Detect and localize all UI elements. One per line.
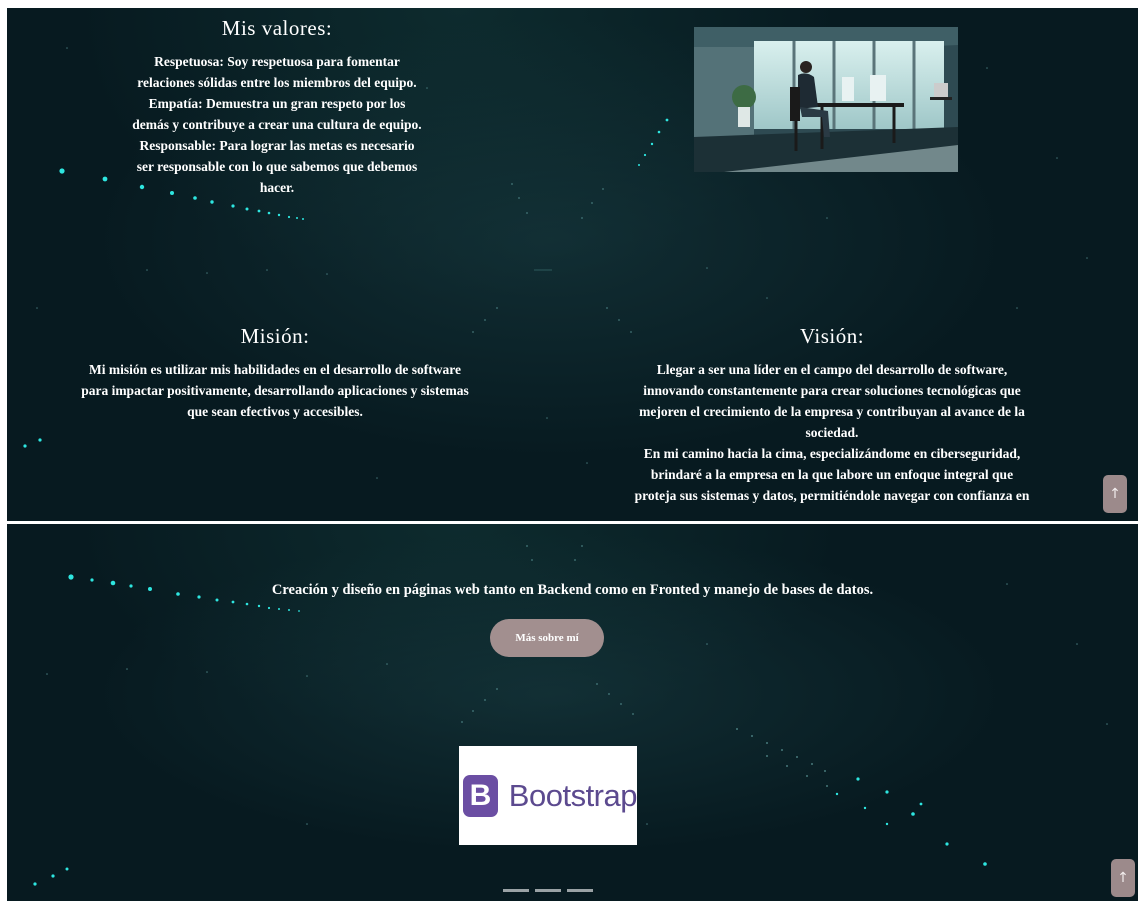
vision-title: Visión: [799,324,865,348]
scroll-to-top-button[interactable]: ↑ [1111,859,1135,897]
mission-block: Misión: Mi misión es utilizar mis habili… [57,324,493,422]
about-carousel-section: Creación y diseño en páginas web tanto e… [7,524,1138,901]
carousel-indicators [503,889,593,892]
carousel-indicator-1[interactable] [503,889,529,892]
vision-block: Visión: Llegar a ser una líder en el cam… [607,324,1057,506]
office-photo [694,27,958,172]
mission-text: Mi misión es utilizar mis habilidades en… [81,362,469,419]
about-tagline: Creación y diseño en páginas web tanto e… [271,582,874,598]
arrow-up-icon: ↑ [1109,486,1121,502]
office-illustration [694,27,958,172]
bootstrap-logo-icon: B [463,774,498,817]
scroll-to-top-button[interactable]: ↑ [1103,475,1127,513]
values-mission-vision-section: Mis valores: Respetuosa: Soy respetuosa … [7,8,1138,521]
arrow-up-icon: ↑ [1117,870,1129,886]
carousel-indicator-2[interactable] [535,889,561,892]
values-text: Respetuosa: Soy respetuosa para fomentar… [132,54,422,195]
mission-title: Misión: [240,324,310,348]
more-about-me-button[interactable]: Más sobre mí [490,619,604,657]
values-title: Mis valores: [221,16,333,40]
values-block: Mis valores: Respetuosa: Soy respetuosa … [107,16,447,198]
bootstrap-logo-text: Bootstrap [508,777,638,813]
bootstrap-logo-slide: B Bootstrap [459,746,638,845]
carousel-indicator-3[interactable] [567,889,593,892]
vision-text: Llegar a ser una líder en el campo del d… [634,362,1030,503]
